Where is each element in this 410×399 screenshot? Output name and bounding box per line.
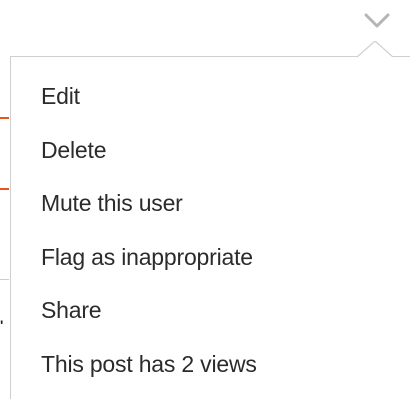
background-accent-line: [0, 188, 9, 190]
dropdown-caret: [357, 41, 393, 59]
menu-item-mute-user[interactable]: Mute this user: [41, 186, 257, 240]
post-options-popup: Edit Delete Mute this user Flag as inapp…: [0, 0, 410, 399]
post-view-count: This post has 2 views: [41, 350, 257, 377]
background-text-fragment: [0, 318, 6, 332]
menu-item-delete[interactable]: Delete: [41, 133, 257, 187]
background-divider: [0, 279, 9, 280]
background-accent-line: [0, 117, 9, 119]
menu-item-share[interactable]: Share: [41, 293, 257, 347]
dropdown-menu-list: Edit Delete Mute this user Flag as inapp…: [41, 79, 257, 399]
chevron-down-icon: [364, 13, 390, 28]
options-toggle-button[interactable]: [362, 8, 392, 32]
menu-item-edit[interactable]: Edit: [41, 79, 257, 133]
menu-item-flag-inappropriate[interactable]: Flag as inappropriate: [41, 240, 257, 294]
